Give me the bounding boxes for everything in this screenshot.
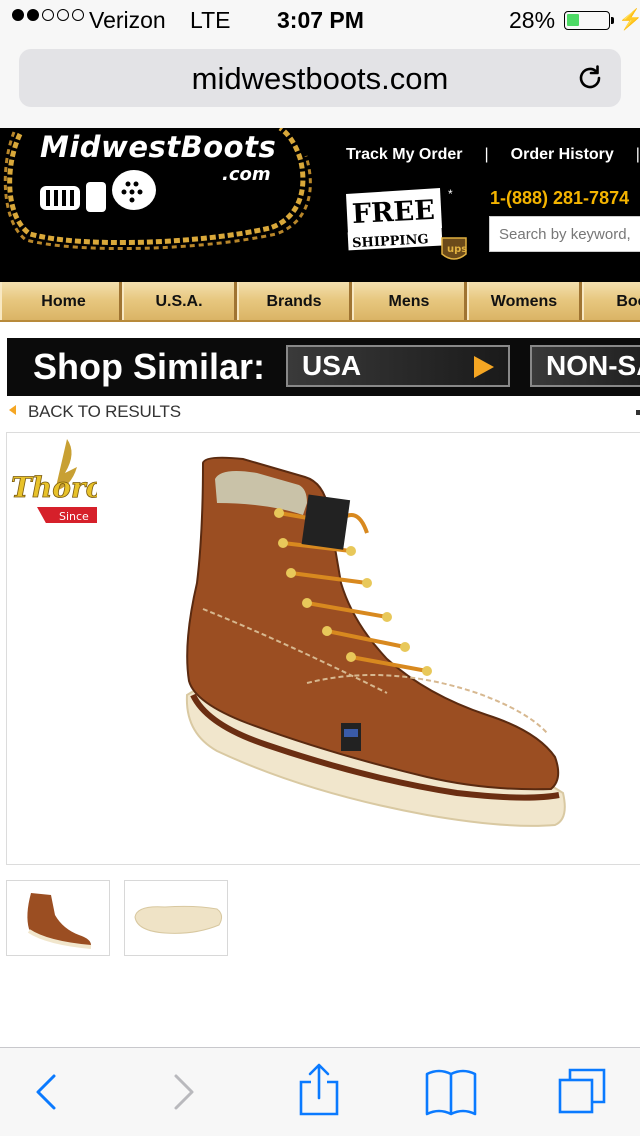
forward-icon[interactable] <box>144 1048 224 1136</box>
shop-similar-nonsafety-button[interactable]: NON-SAFETY <box>530 345 640 387</box>
order-history-link[interactable]: Order History <box>511 146 614 164</box>
nav-item-boots[interactable]: Boots <box>582 282 640 320</box>
track-order-link[interactable]: Track My Order <box>346 146 463 164</box>
signal-icon <box>12 9 84 21</box>
charging-icon: ⚡ <box>618 9 640 31</box>
svg-text:SHIPPING: SHIPPING <box>352 232 429 251</box>
carrier-name: Verizon <box>89 7 166 33</box>
phone-number[interactable]: 1-(888) 281-7874 <box>490 188 629 209</box>
shop-similar-label: Shop Similar: <box>33 346 266 387</box>
back-to-results-label: BACK TO RESULTS <box>28 402 181 421</box>
nav-item-womens[interactable]: Womens <box>467 282 582 320</box>
thorogood-logo: Thorogood Since <box>11 439 97 523</box>
address-bar[interactable]: midwestboots.com <box>19 49 621 107</box>
next-arrow-icon[interactable] <box>636 410 640 415</box>
bookmarks-icon[interactable] <box>411 1048 491 1136</box>
site-logo[interactable]: MidwestBoots <box>40 130 276 164</box>
back-arrow-icon <box>9 405 16 415</box>
search-box[interactable] <box>489 216 640 252</box>
header-links: Track My Order | Order History | <box>346 146 640 164</box>
browser-toolbar <box>0 1047 640 1136</box>
shop-similar-usa-label: USA <box>302 350 362 381</box>
svg-text:*: * <box>448 188 453 201</box>
url-text[interactable]: midwestboots.com <box>19 61 621 97</box>
boot-image <box>185 456 566 827</box>
tabs-icon[interactable] <box>544 1048 624 1136</box>
browser-chrome: midwestboots.com <box>0 40 640 128</box>
back-to-results-link[interactable]: BACK TO RESULTS <box>9 402 181 424</box>
brand-name: Thorogood <box>11 471 97 504</box>
back-icon[interactable] <box>4 1048 84 1136</box>
shop-similar-bar: Shop Similar: USA NON-SAFETY <box>7 338 640 396</box>
site-header: MidwestBoots .com Track My Order | Order H… <box>0 128 640 282</box>
svg-text:ups: ups <box>447 244 467 255</box>
product-thumbnail-side[interactable] <box>6 880 110 956</box>
nav-item-home[interactable]: Home <box>0 282 122 320</box>
nav-item-mens[interactable]: Mens <box>352 282 467 320</box>
product-image[interactable]: Thorogood Since <box>6 432 640 865</box>
free-shipping-badge: FREE SHIPPING ups * <box>346 188 467 260</box>
clock: 3:07 PM <box>277 7 364 33</box>
status-bar: Verizon LTE 3:07 PM 28% ⚡ <box>0 0 640 40</box>
page: Verizon LTE 3:07 PM 28% ⚡ midwestboots.c… <box>0 0 640 1136</box>
sole-thumbnail-image <box>134 905 223 934</box>
battery-percent: 28% <box>509 7 556 33</box>
boot-thumbnail-image <box>27 893 92 949</box>
product-thumbnail-sole[interactable] <box>124 880 228 956</box>
search-input[interactable] <box>490 217 640 251</box>
svg-text:FREE: FREE <box>351 195 435 230</box>
nav-item-usa[interactable]: U.S.A. <box>122 282 237 320</box>
main-nav: Home U.S.A. Brands Mens Womens Boots <box>0 282 640 322</box>
nav-item-brands[interactable]: Brands <box>237 282 352 320</box>
share-icon[interactable] <box>279 1048 359 1136</box>
network-type: LTE <box>190 7 231 33</box>
shop-similar-usa-button[interactable]: USA <box>286 345 510 387</box>
shop-similar-nonsafety-label: NON-SAFETY <box>546 350 640 381</box>
play-arrow-icon <box>474 356 494 378</box>
brand-tagline: Since <box>59 510 89 523</box>
reload-icon[interactable] <box>575 63 605 93</box>
site-logo-suffix: .com <box>222 164 271 185</box>
battery-icon <box>564 11 614 30</box>
